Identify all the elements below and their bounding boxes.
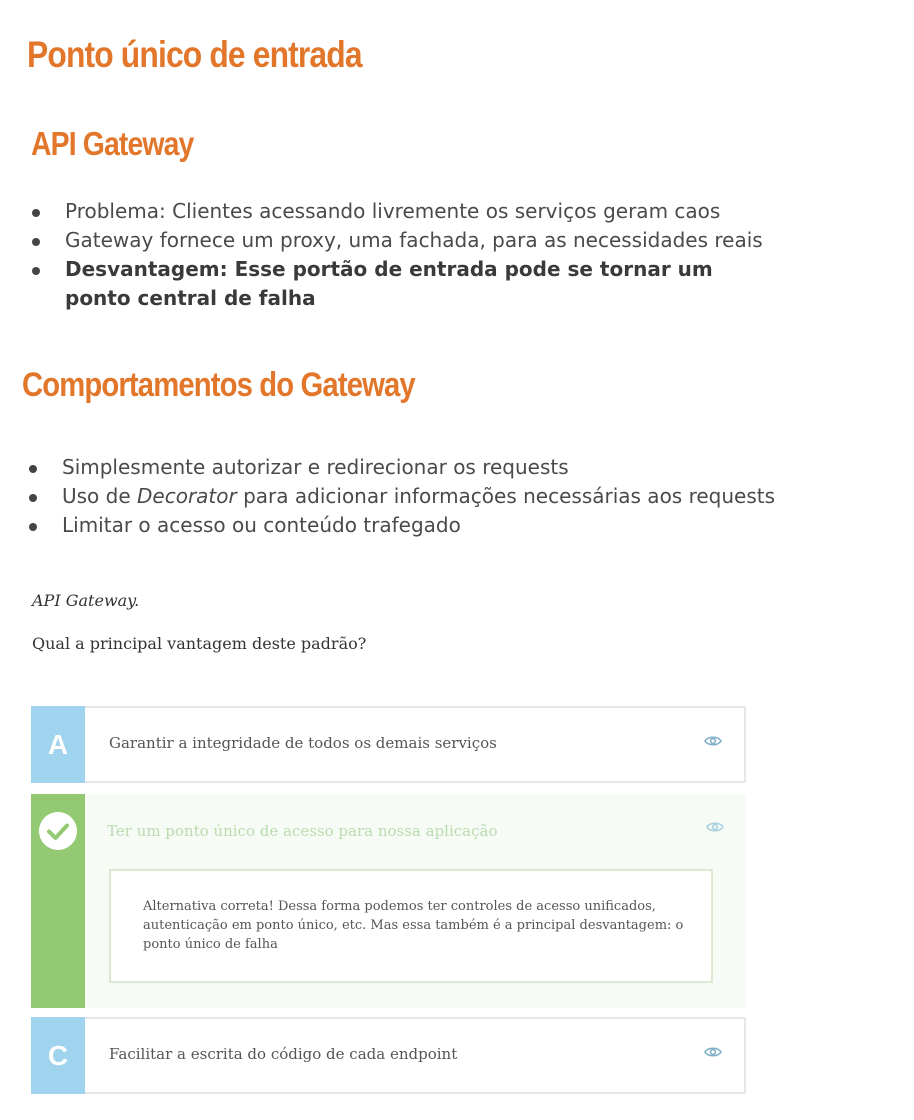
slide-title-api-gateway: API Gateway — [31, 125, 194, 162]
slide-title-comportamentos: Comportamentos do Gateway — [22, 366, 416, 404]
bullet-item: Desvantagem: Esse portão de entrada pode… — [30, 255, 770, 313]
bullet-list-api-gateway: Problema: Clientes acessando livremente … — [30, 197, 770, 313]
bullet-item: Gateway fornece um proxy, uma fachada, p… — [30, 226, 770, 255]
bullet-item: Problema: Clientes acessando livremente … — [30, 197, 770, 226]
feedback-box: Alternativa correta! Dessa forma podemos… — [109, 869, 713, 983]
bullet-item: Uso de Decorator para adicionar informaç… — [27, 482, 807, 511]
bullet-text: para adicionar informações necessárias a… — [236, 484, 776, 508]
question-text: Qual a principal vantagem deste padrão? — [32, 634, 367, 653]
question-intro: API Gateway. — [32, 591, 140, 610]
slide-title-ponto-unico: Ponto único de entrada — [27, 34, 363, 75]
correct-indicator — [31, 794, 85, 1008]
option-b-correct[interactable]: Ter um ponto único de acesso para nossa … — [31, 794, 746, 1008]
bullet-item: Limitar o acesso ou conteúdo trafegado — [27, 511, 807, 540]
option-text: Ter um ponto único de acesso para nossa … — [107, 822, 498, 840]
eye-icon[interactable] — [704, 1045, 722, 1059]
option-letter: A — [31, 706, 85, 783]
option-letter: C — [31, 1017, 85, 1094]
check-icon — [39, 812, 77, 850]
bullet-item: Simplesmente autorizar e redirecionar os… — [27, 453, 807, 482]
eye-icon[interactable] — [704, 734, 722, 748]
option-text: Garantir a integridade de todos os demai… — [109, 734, 497, 752]
bullet-text: Uso de — [62, 484, 138, 508]
eye-icon[interactable] — [706, 820, 724, 834]
bullet-emphasis: Decorator — [137, 484, 237, 508]
option-c[interactable]: C Facilitar a escrita do código de cada … — [31, 1017, 746, 1094]
option-a[interactable]: A Garantir a integridade de todos os dem… — [31, 706, 746, 783]
option-text: Facilitar a escrita do código de cada en… — [109, 1045, 458, 1063]
bullet-list-comportamentos: Simplesmente autorizar e redirecionar os… — [27, 453, 807, 540]
